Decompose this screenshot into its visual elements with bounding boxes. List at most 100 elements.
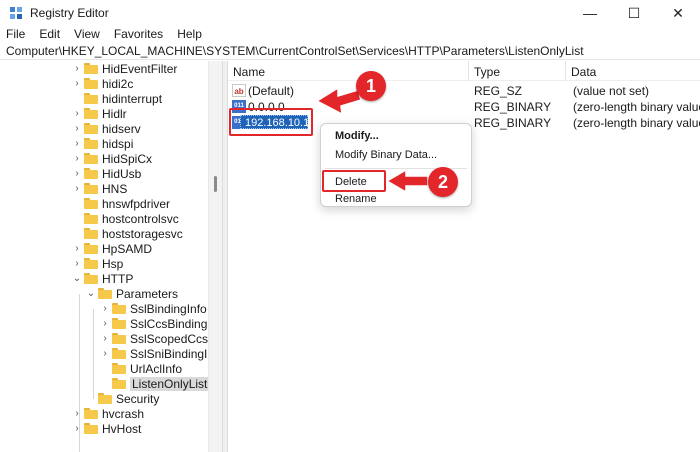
tree-guide-line: [93, 309, 94, 399]
menu-help[interactable]: Help: [170, 26, 209, 44]
menu-favorites[interactable]: Favorites: [107, 26, 170, 44]
expand-chevron-icon[interactable]: ›: [100, 331, 110, 346]
tree-item-hostcontrolsvc[interactable]: hostcontrolsvc: [72, 211, 179, 226]
expand-chevron-icon[interactable]: ›: [72, 136, 82, 151]
expand-chevron-icon[interactable]: ›: [72, 76, 82, 91]
title-bar: Registry Editor — ☐ ✕: [0, 0, 700, 26]
menu-edit[interactable]: Edit: [32, 26, 67, 44]
tree-item-sslsnibindinginfo[interactable]: › SslSniBindingInfo: [100, 346, 222, 361]
maximize-icon: ☐: [627, 4, 641, 21]
tree-item-sslbindinginfo[interactable]: › SslBindingInfo: [100, 301, 206, 316]
tree-item-hidi2c[interactable]: › hidi2c: [72, 76, 133, 91]
expand-chevron-icon[interactable]: ›: [100, 316, 110, 331]
tree-item-sslccsbindinginfo[interactable]: › SslCcsBindingInfo: [100, 316, 222, 331]
expand-chevron-icon[interactable]: [72, 196, 82, 211]
column-divider[interactable]: [468, 61, 469, 81]
tree-item-hideventfilter[interactable]: › HidEventFilter: [72, 61, 177, 76]
folder-icon: [84, 123, 98, 134]
tree-item-label: HidSpiCx: [102, 151, 153, 166]
step-badge-2: 2: [428, 167, 458, 197]
expand-chevron-icon[interactable]: ›: [100, 301, 110, 316]
expand-chevron-icon[interactable]: [72, 211, 82, 226]
tree-item-urlaclinfo[interactable]: UrlAclInfo: [100, 361, 182, 376]
tree-item-hidserv[interactable]: › hidserv: [72, 121, 141, 136]
expand-chevron-icon[interactable]: ›: [72, 241, 82, 256]
expand-chevron-icon[interactable]: ›: [100, 346, 110, 361]
close-button[interactable]: ✕: [656, 0, 700, 26]
address-bar[interactable]: Computer\HKEY_LOCAL_MACHINE\SYSTEM\Curre…: [0, 44, 700, 60]
scrollbar-thumb[interactable]: [214, 176, 217, 192]
value-data: (value not set): [573, 84, 650, 98]
expand-chevron-icon[interactable]: ›: [72, 151, 82, 166]
column-header-data[interactable]: Data: [571, 65, 596, 79]
tree-item-hidspi[interactable]: › hidspi: [72, 136, 133, 151]
tree-item-security[interactable]: Security: [86, 391, 159, 406]
expand-chevron-icon[interactable]: ›: [72, 181, 82, 196]
minimize-button[interactable]: —: [568, 0, 612, 26]
value-name: (Default): [248, 84, 295, 98]
folder-icon: [84, 63, 98, 74]
folder-icon: [84, 168, 98, 179]
tree-item-label: HidEventFilter: [102, 61, 178, 76]
expand-chevron-icon[interactable]: ›: [72, 106, 82, 121]
value-data: (zero-length binary value): [573, 100, 700, 114]
tree-item-label: Parameters: [116, 286, 179, 301]
menu-item-rename[interactable]: Rename: [335, 193, 377, 205]
tree-item-label: HTTP: [102, 271, 134, 286]
tree-item-hnswfpdriver[interactable]: hnswfpdriver: [72, 196, 170, 211]
tree-item-label: hoststoragesvc: [102, 226, 183, 241]
expand-chevron-icon[interactable]: ›: [72, 256, 82, 271]
tree-item-listenonlylist[interactable]: ListenOnlyList: [100, 376, 210, 391]
folder-icon: [112, 318, 126, 329]
registry-editor-icon: [10, 7, 22, 19]
menu-item-modify[interactable]: Modify...: [335, 130, 379, 142]
menu-view[interactable]: View: [67, 26, 107, 44]
tree-item-hidinterrupt[interactable]: hidinterrupt: [72, 91, 162, 106]
expand-chevron-icon[interactable]: [86, 391, 96, 406]
column-header-name[interactable]: Name: [233, 65, 265, 79]
menu-item-modify-binary[interactable]: Modify Binary Data...: [335, 149, 437, 161]
key-tree[interactable]: › HidEventFilter › hidi2c hidinterrupt › Hi…: [0, 61, 222, 452]
expand-chevron-icon[interactable]: [72, 91, 82, 106]
expand-chevron-icon[interactable]: [100, 361, 110, 376]
expand-chevron-icon[interactable]: ›: [72, 61, 82, 76]
folder-icon: [112, 363, 126, 374]
tree-item-hidusb[interactable]: › HidUsb: [72, 166, 141, 181]
close-icon: ✕: [672, 4, 684, 21]
menu-file[interactable]: File: [0, 26, 32, 44]
column-header-type[interactable]: Type: [474, 65, 500, 79]
highlight-box-delete: [322, 170, 386, 192]
folder-icon: [84, 213, 98, 224]
expand-chevron-icon[interactable]: ›: [72, 166, 82, 181]
tree-scrollbar[interactable]: [208, 61, 222, 452]
collapse-chevron-icon[interactable]: ⌄: [72, 271, 82, 286]
expand-chevron-icon[interactable]: [72, 226, 82, 241]
tree-item-label: hidserv: [102, 121, 141, 136]
tree-item-hvhost[interactable]: › HvHost: [72, 421, 141, 436]
tree-item-hns[interactable]: › HNS: [72, 181, 127, 196]
tree-item-label: hostcontrolsvc: [102, 211, 179, 226]
tree-item-hidspicx[interactable]: › HidSpiCx: [72, 151, 152, 166]
folder-icon: [84, 198, 98, 209]
tree-item-label: UrlAclInfo: [130, 361, 183, 376]
tree-item-hsp[interactable]: › Hsp: [72, 256, 123, 271]
tree-item-label: HpSAMD: [102, 241, 153, 256]
folder-icon: [84, 138, 98, 149]
tree-item-sslscopedccsbind[interactable]: › SslScopedCcsBind: [100, 331, 222, 346]
maximize-button[interactable]: ☐: [612, 0, 656, 26]
expand-chevron-icon[interactable]: ›: [72, 121, 82, 136]
tree-item-http[interactable]: ⌄ HTTP: [72, 271, 134, 286]
expand-chevron-icon[interactable]: ›: [72, 421, 82, 436]
collapse-chevron-icon[interactable]: ⌄: [86, 286, 96, 301]
tree-item-hoststoragesvc[interactable]: hoststoragesvc: [72, 226, 183, 241]
value-row-default[interactable]: ab (Default) REG_SZ (value not set): [228, 83, 700, 99]
expand-chevron-icon[interactable]: [100, 376, 110, 391]
minimize-icon: —: [583, 5, 597, 21]
tree-item-label: HvHost: [102, 421, 142, 436]
tree-item-hvcrash[interactable]: › hvcrash: [72, 406, 144, 421]
expand-chevron-icon[interactable]: ›: [72, 406, 82, 421]
tree-item-parameters[interactable]: ⌄ Parameters: [86, 286, 178, 301]
tree-item-hpsamd[interactable]: › HpSAMD: [72, 241, 152, 256]
column-divider[interactable]: [565, 61, 566, 81]
tree-item-hidlr[interactable]: › Hidlr: [72, 106, 126, 121]
